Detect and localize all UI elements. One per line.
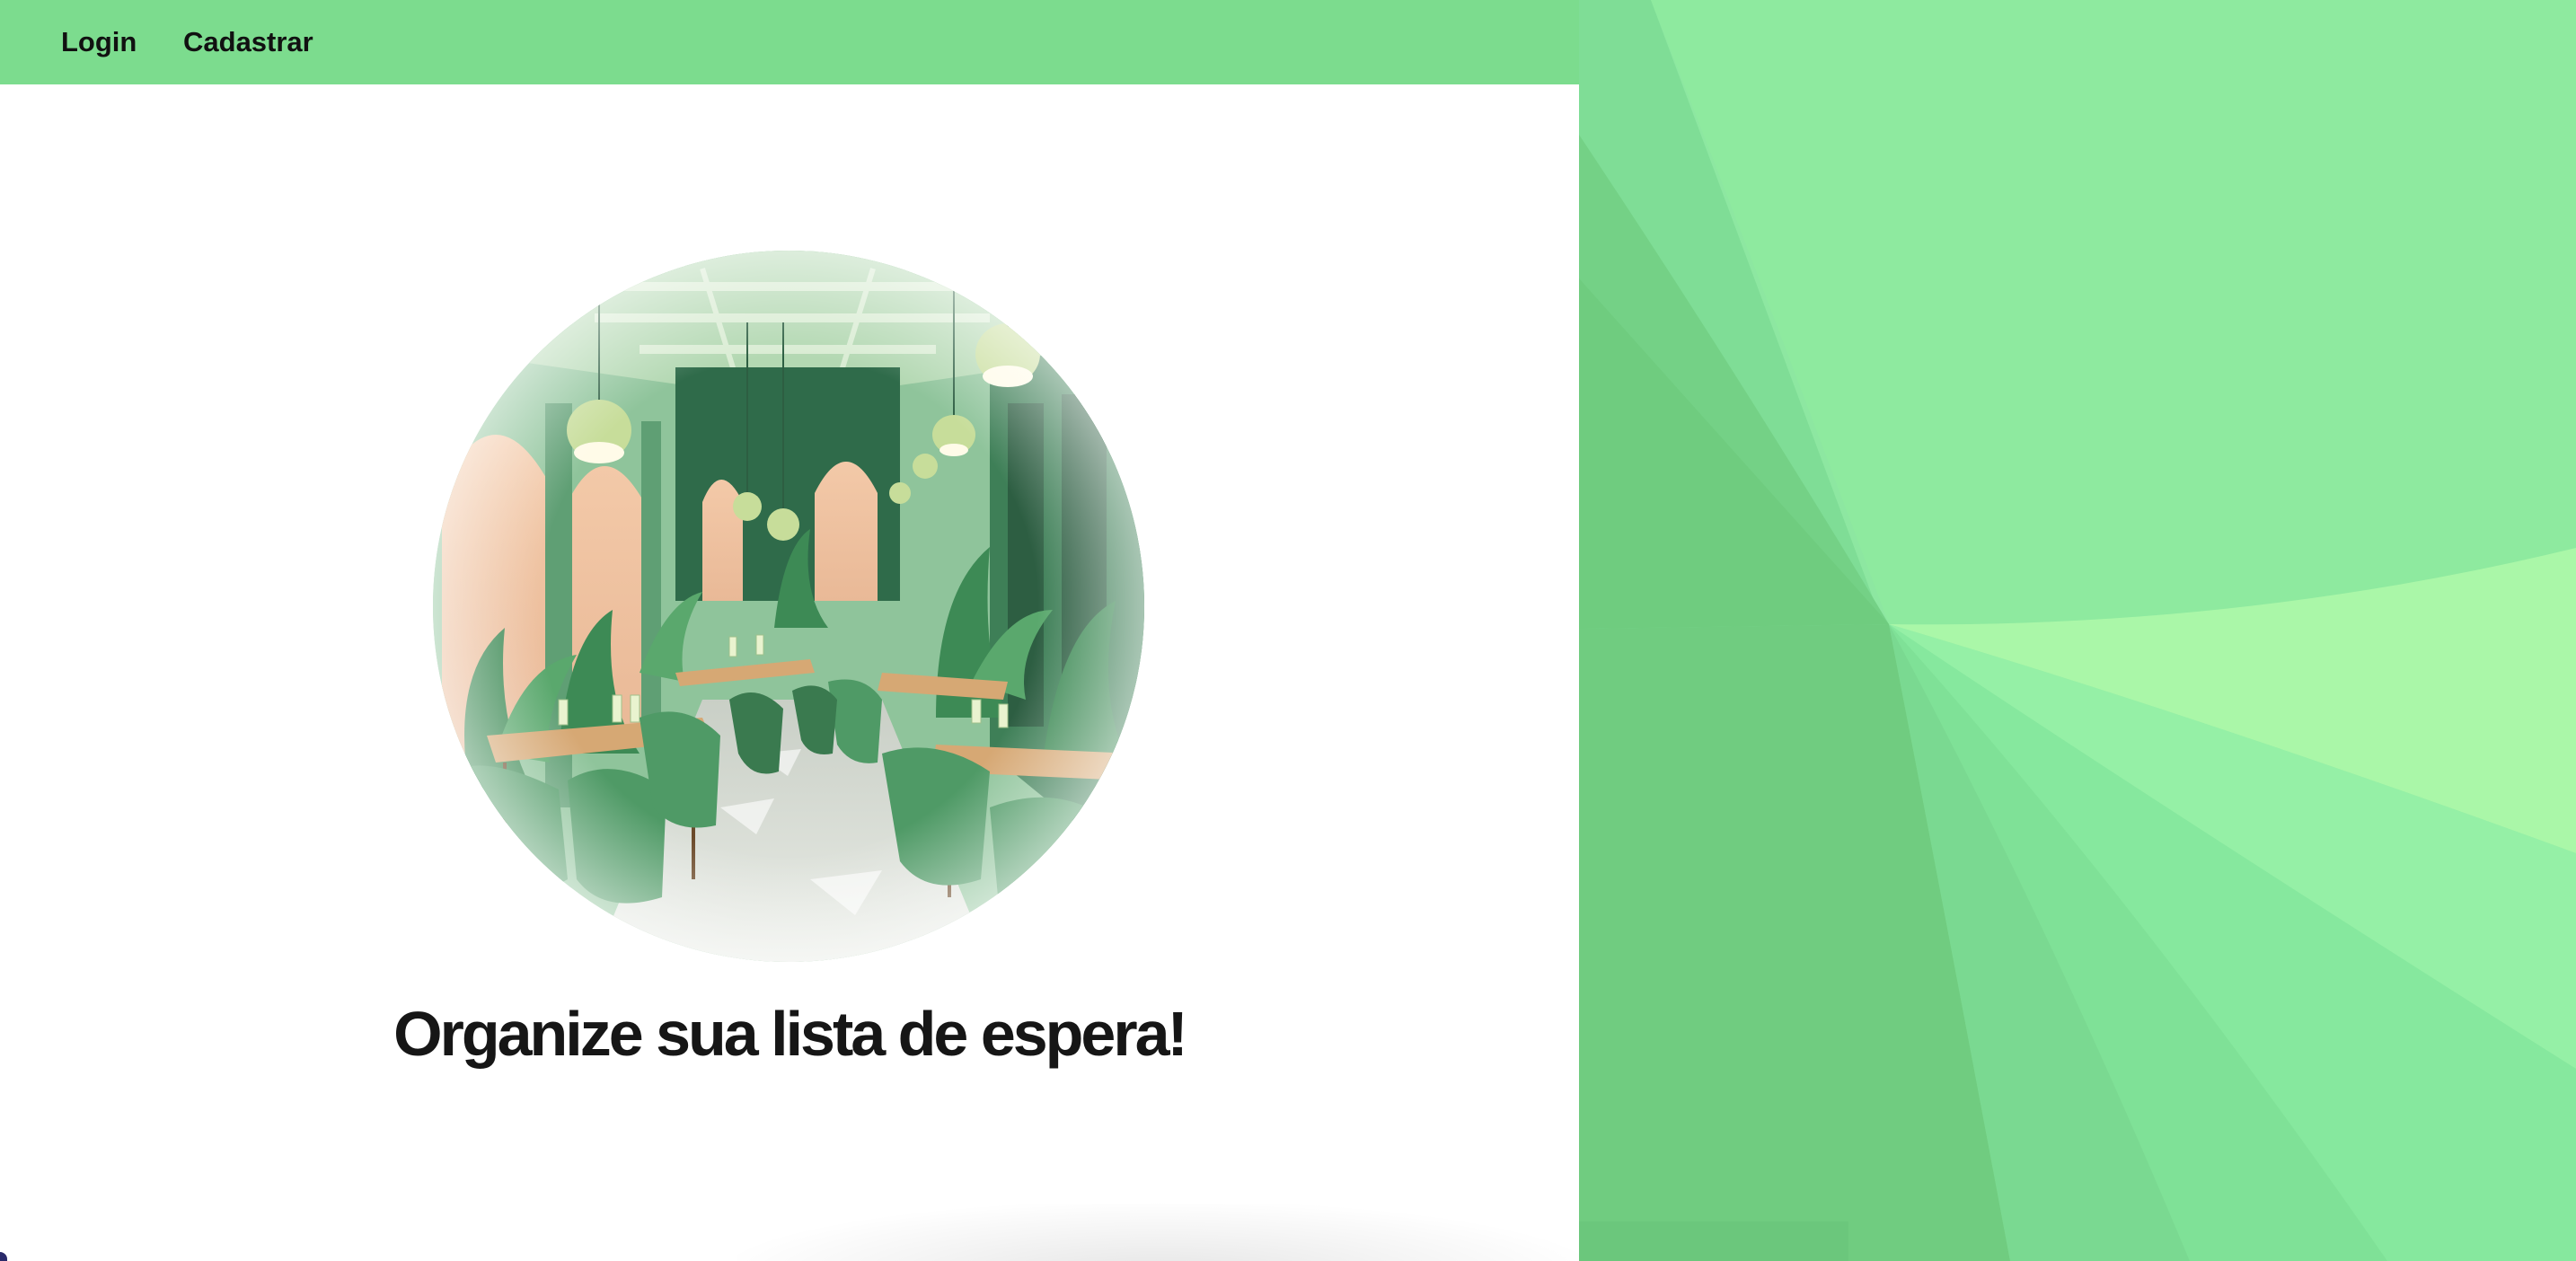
login-link[interactable]: Login: [61, 26, 137, 58]
main-panel: Login Cadastrar Organize sua lista de es…: [0, 0, 1579, 1261]
landing-page: Login Cadastrar Organize sua lista de es…: [0, 0, 2576, 1261]
decorative-background: [1579, 0, 2576, 1261]
register-link[interactable]: Cadastrar: [183, 26, 313, 58]
corner-mark: [0, 1252, 7, 1261]
top-navbar: Login Cadastrar: [0, 0, 1579, 84]
bottom-shadow: [737, 1204, 1579, 1261]
restaurant-illustration: [433, 251, 1144, 962]
hero-title: Organize sua lista de espera!: [393, 999, 1188, 1069]
